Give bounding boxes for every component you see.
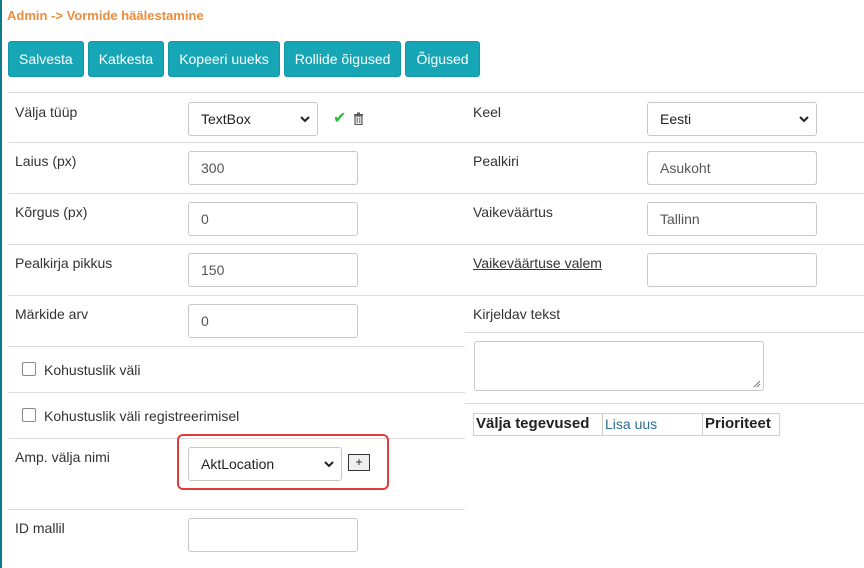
row-divider bbox=[8, 295, 864, 296]
required-registration-checkbox[interactable] bbox=[22, 408, 36, 422]
row-divider bbox=[8, 92, 864, 93]
rights-button[interactable]: Õigused bbox=[405, 41, 480, 77]
required-label: Kohustuslik väli bbox=[44, 362, 141, 378]
cancel-button[interactable]: Katkesta bbox=[87, 41, 165, 77]
default-formula-link[interactable]: Vaikeväärtuse valem bbox=[473, 255, 602, 271]
actions-header: Välja tegevused bbox=[476, 415, 590, 432]
default-formula-input[interactable] bbox=[647, 253, 817, 287]
field-type-label: Välja tüüp bbox=[15, 104, 78, 120]
description-label: Kirjeldav tekst bbox=[473, 306, 561, 322]
table-border bbox=[602, 413, 603, 436]
table-border bbox=[779, 413, 780, 436]
table-border bbox=[702, 413, 703, 436]
width-input[interactable]: 300 bbox=[188, 151, 358, 185]
row-divider bbox=[8, 346, 465, 347]
width-label: Laius (px) bbox=[15, 153, 77, 169]
caption-label: Pealkiri bbox=[473, 153, 519, 169]
resize-grip-icon[interactable] bbox=[753, 380, 761, 388]
row-divider bbox=[8, 509, 465, 510]
row-divider bbox=[8, 244, 864, 245]
row-divider bbox=[8, 142, 864, 143]
row-divider bbox=[465, 332, 864, 333]
height-label: Kõrgus (px) bbox=[15, 204, 88, 220]
language-label: Keel bbox=[473, 104, 502, 120]
toolbar: Salvesta Katkesta Kopeeri uueks Rollide … bbox=[8, 41, 480, 77]
left-border bbox=[0, 0, 2, 568]
language-select[interactable]: Eesti bbox=[647, 102, 817, 136]
default-value-label: Vaikeväärtus bbox=[473, 204, 553, 220]
field-type-value: TextBox bbox=[201, 111, 251, 127]
field-type-select[interactable]: TextBox bbox=[188, 102, 318, 136]
breadcrumb: Admin -> Vormide häälestamine bbox=[7, 8, 204, 23]
description-textarea[interactable] bbox=[474, 341, 764, 391]
char-count-input[interactable]: 0 bbox=[188, 304, 358, 338]
copy-new-button[interactable]: Kopeeri uueks bbox=[168, 41, 280, 77]
template-id-input[interactable] bbox=[188, 518, 358, 552]
check-icon[interactable]: ✔ bbox=[333, 108, 346, 128]
row-divider bbox=[8, 193, 864, 194]
table-border bbox=[473, 413, 474, 436]
role-rights-button[interactable]: Rollide õigused bbox=[283, 41, 402, 77]
priority-header: Prioriteet bbox=[705, 415, 771, 432]
save-button[interactable]: Salvesta bbox=[8, 41, 84, 77]
template-id-label: ID mallil bbox=[15, 520, 65, 536]
caption-length-input[interactable]: 150 bbox=[188, 253, 358, 287]
highlight-box bbox=[177, 434, 389, 490]
row-divider bbox=[465, 403, 864, 404]
table-border bbox=[473, 413, 780, 414]
amp-field-name-label: Amp. välja nimi bbox=[15, 449, 110, 465]
row-divider bbox=[8, 392, 465, 393]
caption-length-label: Pealkirja pikkus bbox=[15, 255, 113, 271]
trash-icon[interactable] bbox=[352, 112, 365, 125]
required-registration-label: Kohustuslik väli registreerimisel bbox=[44, 408, 240, 424]
language-value: Eesti bbox=[660, 111, 692, 127]
table-border bbox=[473, 435, 780, 436]
height-input[interactable]: 0 bbox=[188, 202, 358, 236]
caption-input[interactable]: Asukoht bbox=[647, 151, 817, 185]
required-checkbox[interactable] bbox=[22, 362, 36, 376]
add-new-link[interactable]: Lisa uus bbox=[605, 416, 657, 432]
char-count-label: Märkide arv bbox=[15, 306, 89, 322]
chevron-down-icon bbox=[300, 116, 310, 123]
chevron-down-icon bbox=[799, 116, 809, 123]
default-value-input[interactable]: Tallinn bbox=[647, 202, 817, 236]
